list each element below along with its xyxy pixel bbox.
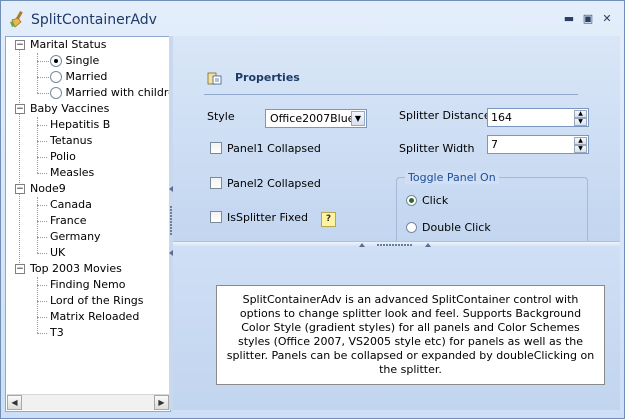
chevron-down-icon[interactable]: ▼ bbox=[351, 111, 365, 126]
tree-guide-line bbox=[37, 93, 49, 94]
tree-item[interactable]: Lord of the Rings bbox=[50, 293, 144, 309]
scroll-right-button[interactable]: ▶ bbox=[154, 395, 169, 410]
title-bar: SplitContainerAdv ▬ ▣ ✕ bbox=[1, 1, 624, 37]
tree-option-single[interactable]: Single bbox=[50, 53, 99, 69]
is-splitter-fixed-checkbox[interactable] bbox=[210, 211, 222, 223]
splitter-distance-label: Splitter Distance bbox=[399, 109, 491, 122]
broom-icon bbox=[10, 11, 23, 28]
splitter-width-spinner[interactable]: 7 ▲ ▼ bbox=[487, 135, 589, 154]
tree-option-label: Single bbox=[65, 54, 100, 67]
panel2-collapsed-checkbox[interactable] bbox=[210, 177, 222, 189]
tree-guide-line bbox=[37, 285, 47, 286]
tree-guide-line bbox=[37, 141, 47, 142]
tree-option-married-with-children[interactable]: Married with children bbox=[50, 85, 171, 101]
tree-item[interactable]: Germany bbox=[50, 229, 101, 245]
tree-item[interactable]: Polio bbox=[50, 149, 76, 165]
minus-box-icon[interactable]: − bbox=[15, 40, 25, 50]
splitter-distance-spinner[interactable]: 164 ▲ ▼ bbox=[487, 108, 589, 127]
tree-guide-line bbox=[37, 53, 38, 93]
tree-item[interactable]: Tetanus bbox=[50, 133, 92, 149]
tree-item[interactable]: UK bbox=[50, 245, 65, 261]
click-radio-label[interactable]: Click bbox=[422, 194, 448, 207]
spin-down-icon[interactable]: ▼ bbox=[574, 118, 587, 126]
tree-guide-line bbox=[37, 317, 47, 318]
splitter-grip bbox=[377, 244, 413, 246]
minus-box-icon[interactable]: − bbox=[15, 184, 25, 194]
spin-down-icon[interactable]: ▼ bbox=[574, 145, 587, 153]
tree-guide-line bbox=[37, 61, 49, 62]
tree-guide-line bbox=[37, 333, 47, 334]
tree-option-married[interactable]: Married bbox=[50, 69, 107, 85]
close-button[interactable]: ✕ bbox=[600, 13, 614, 25]
tree-item[interactable]: Hepatitis B bbox=[50, 117, 110, 133]
tree-guide-line bbox=[37, 173, 47, 174]
radio-icon[interactable] bbox=[50, 71, 62, 83]
main-window: SplitContainerAdv ▬ ▣ ✕ − Marital Status… bbox=[0, 0, 625, 419]
tree-guide-line bbox=[37, 125, 47, 126]
header-divider bbox=[204, 94, 578, 95]
maximize-button[interactable]: ▣ bbox=[581, 13, 595, 25]
style-dropdown[interactable]: Office2007Blue ▼ bbox=[265, 109, 367, 128]
tree-guide-line bbox=[37, 77, 49, 78]
tree-guide-line bbox=[19, 48, 20, 273]
tree-node-top-2003-movies[interactable]: Top 2003 Movies bbox=[30, 261, 122, 277]
tree-item[interactable]: Matrix Reloaded bbox=[50, 309, 139, 325]
tree-node-node9[interactable]: Node9 bbox=[30, 181, 66, 197]
help-icon[interactable]: ? bbox=[321, 212, 336, 227]
tree-guide-line bbox=[37, 237, 47, 238]
splitter-grip bbox=[170, 206, 172, 236]
radio-icon[interactable] bbox=[50, 87, 62, 99]
tree-option-label: Married with children bbox=[65, 86, 171, 99]
tree-item[interactable]: Finding Nemo bbox=[50, 277, 126, 293]
style-label: Style bbox=[207, 110, 235, 123]
tree-option-label: Married bbox=[65, 70, 108, 83]
double-click-radio-label[interactable]: Double Click bbox=[422, 221, 491, 234]
tree-node-baby-vaccines[interactable]: Baby Vaccines bbox=[30, 101, 109, 117]
horizontal-scrollbar[interactable]: ◀ ▶ bbox=[7, 394, 169, 410]
splitter-width-value: 7 bbox=[491, 138, 498, 151]
tree-item[interactable]: France bbox=[50, 213, 87, 229]
spin-up-icon[interactable]: ▲ bbox=[574, 137, 587, 145]
tree-item[interactable]: Canada bbox=[50, 197, 92, 213]
minus-box-icon[interactable]: − bbox=[15, 104, 25, 114]
panel2-collapsed-label[interactable]: Panel2 Collapsed bbox=[227, 177, 321, 190]
tree-node-marital-status[interactable]: Marital Status bbox=[30, 37, 106, 53]
tree-item[interactable]: T3 bbox=[50, 325, 64, 341]
radio-selected-icon[interactable] bbox=[50, 55, 62, 67]
tree-guide-line bbox=[37, 221, 47, 222]
tree-guide-line bbox=[37, 157, 47, 158]
double-click-radio[interactable] bbox=[406, 222, 417, 233]
info-textbox: SplitContainerAdv is an advanced SplitCo… bbox=[216, 285, 605, 385]
toggle-panel-group bbox=[396, 177, 588, 249]
click-radio[interactable] bbox=[406, 195, 417, 206]
minus-box-icon[interactable]: − bbox=[15, 264, 25, 274]
splitter-distance-value: 164 bbox=[491, 111, 512, 124]
toggle-panel-group-title: Toggle Panel On bbox=[405, 171, 499, 184]
style-dropdown-value: Office2007Blue bbox=[270, 112, 355, 125]
window-title: SplitContainerAdv bbox=[31, 12, 157, 28]
panel1-collapsed-checkbox[interactable] bbox=[210, 142, 222, 154]
panel1-collapsed-label[interactable]: Panel1 Collapsed bbox=[227, 142, 321, 155]
splitter-width-label: Splitter Width bbox=[399, 142, 475, 155]
tree-item[interactable]: Measles bbox=[50, 165, 94, 181]
tree-guide-line bbox=[37, 301, 47, 302]
spin-up-icon[interactable]: ▲ bbox=[574, 110, 587, 118]
minimize-button[interactable]: ▬ bbox=[562, 13, 576, 25]
properties-icon bbox=[207, 72, 222, 85]
tree-guide-line bbox=[37, 253, 47, 254]
scroll-left-button[interactable]: ◀ bbox=[7, 395, 22, 410]
is-splitter-fixed-label[interactable]: IsSplitter Fixed bbox=[227, 211, 308, 224]
tree-view-panel[interactable]: − Marital Status Single Married Married … bbox=[5, 36, 171, 412]
properties-header: Properties bbox=[235, 71, 300, 84]
tree-guide-line bbox=[37, 205, 47, 206]
